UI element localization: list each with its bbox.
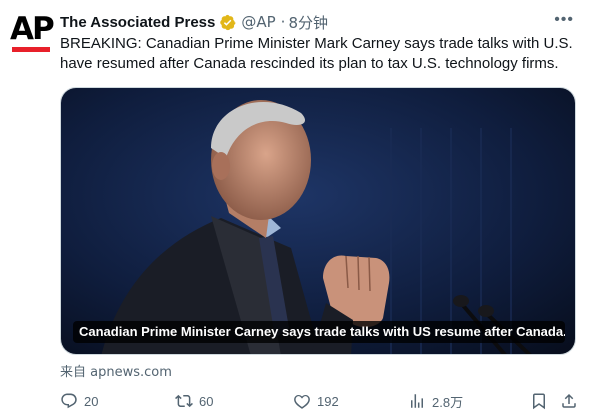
repost-icon <box>175 394 193 408</box>
bookmark-icon <box>533 393 545 410</box>
repost-button[interactable]: 60 <box>175 390 213 412</box>
media-photo <box>61 88 575 354</box>
tweet-text: BREAKING: Canadian Prime Minister Mark C… <box>60 35 573 72</box>
views-count: 2.8万 <box>432 394 464 410</box>
more-icon[interactable]: ••• <box>554 11 574 29</box>
action-bar: 20 60 192 2.8万 <box>60 390 580 412</box>
like-icon <box>294 394 310 409</box>
like-button[interactable]: 192 <box>293 390 339 412</box>
bookmark-button[interactable] <box>530 390 548 412</box>
reply-count: 20 <box>84 393 99 409</box>
like-count: 192 <box>317 393 339 409</box>
media-caption: Canadian Prime Minister Carney says trad… <box>73 321 565 343</box>
tweet[interactable]: AP The Associated Press @AP · 8分钟 ••• BR… <box>0 0 592 418</box>
share-button[interactable] <box>560 390 578 412</box>
avatar-logo-bar <box>12 47 50 52</box>
avatar[interactable]: AP <box>10 11 55 54</box>
share-icon <box>562 393 576 408</box>
author-handle[interactable]: @AP <box>241 13 275 31</box>
tweet-header: The Associated Press @AP · 8分钟 ••• <box>60 11 592 33</box>
reply-button[interactable]: 20 <box>60 390 98 412</box>
views-button[interactable]: 2.8万 <box>408 390 463 412</box>
tweet-time[interactable]: 8分钟 <box>288 12 328 33</box>
link-source[interactable]: 来自 apnews.com <box>60 361 172 380</box>
verified-badge-icon[interactable] <box>219 14 236 31</box>
repost-count: 60 <box>199 393 214 409</box>
avatar-logo-text: AP <box>10 11 55 47</box>
reply-icon <box>61 393 77 409</box>
views-icon <box>411 394 423 408</box>
media-card[interactable]: Canadian Prime Minister Carney says trad… <box>60 87 576 355</box>
author-name[interactable]: The Associated Press <box>60 14 215 31</box>
separator-dot: · <box>280 13 286 31</box>
